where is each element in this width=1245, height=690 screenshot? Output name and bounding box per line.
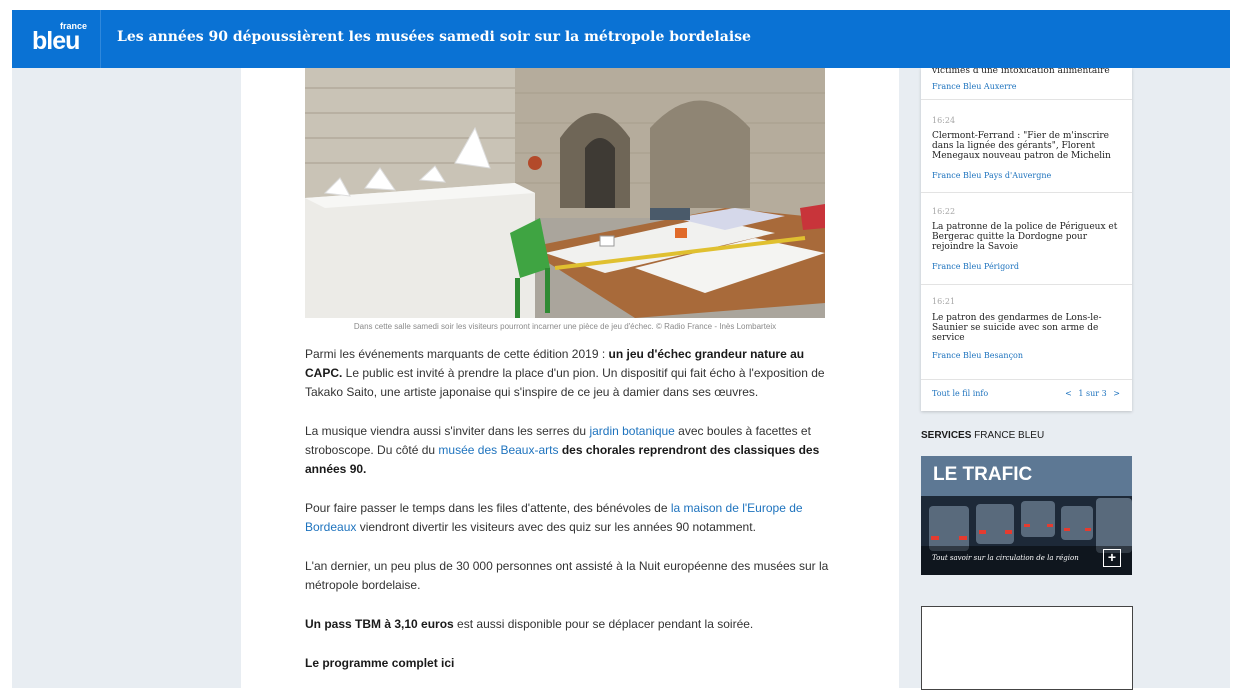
news-feed-sidebar: victimes d'une intoxication alimentaire … <box>921 66 1132 411</box>
news-title[interactable]: Clermont-Ferrand : "Fier de m'inscrire d… <box>932 131 1127 161</box>
news-item[interactable]: 16:24 Clermont-Ferrand : "Fier de m'insc… <box>921 100 1132 193</box>
traffic-title: LE TRAFIC <box>933 464 1033 485</box>
article-column: Dans cette salle samedi soir les visiteu… <box>241 68 899 688</box>
page-headline: Les années 90 dépoussièrent les musées s… <box>117 29 751 45</box>
services-heading: SERVICES FRANCE BLEU <box>921 430 1045 441</box>
traffic-card[interactable]: LE TRAFIC Tout savoir sur la circulation… <box>921 456 1132 575</box>
logo-big-text: bleu <box>32 27 80 55</box>
news-title[interactable]: Le patron des gendarmes de Lons-le-Sauni… <box>932 313 1127 343</box>
article-body: Parmi les événements marquants de cette … <box>305 345 835 688</box>
plus-icon[interactable]: + <box>1103 549 1121 567</box>
france-bleu-logo[interactable]: france bleu <box>32 18 92 60</box>
news-feed-footer: Tout le fil info < 1 sur 3 > <box>921 380 1132 411</box>
all-news-link[interactable]: Tout le fil info <box>932 389 988 398</box>
header-divider <box>100 10 101 68</box>
pager-next-button[interactable]: > <box>1113 389 1120 398</box>
article-paragraph-2: La musique viendra aussi s'inviter dans … <box>305 424 820 476</box>
link-jardin-botanique[interactable]: jardin botanique <box>589 424 674 438</box>
link-musee-beaux-arts[interactable]: musée des Beaux-arts <box>438 443 558 457</box>
article-photo <box>305 68 825 318</box>
pager-prev-button[interactable]: < <box>1065 389 1072 398</box>
news-item[interactable]: 16:22 La patronne de la police de Périgu… <box>921 193 1132 285</box>
news-time: 16:22 <box>932 207 956 216</box>
news-title[interactable]: La patronne de la police de Périgueux et… <box>932 222 1127 252</box>
link-programme[interactable]: ici <box>441 656 454 670</box>
news-pager: < 1 sur 3 > <box>1061 389 1120 398</box>
article-paragraph-4: L'an dernier, un peu plus de 30 000 pers… <box>305 559 829 592</box>
top-header-bar: france bleu Les années 90 dépoussièrent … <box>12 10 1230 68</box>
article-paragraph-5: Un pass TBM à 3,10 euros est aussi dispo… <box>305 617 754 631</box>
news-source[interactable]: France Bleu Besançon <box>932 351 1023 360</box>
news-time: 16:24 <box>932 116 956 125</box>
pager-status: 1 sur 3 <box>1078 389 1107 398</box>
article-paragraph-1: Parmi les événements marquants de cette … <box>305 347 825 399</box>
article-paragraph-3: Pour faire passer le temps dans les file… <box>305 501 803 534</box>
photo-caption: Dans cette salle samedi soir les visiteu… <box>353 322 777 331</box>
article-paragraph-6: Le programme complet ici <box>305 656 455 670</box>
news-source[interactable]: France Bleu Périgord <box>932 262 1019 271</box>
news-time: 16:21 <box>932 297 956 306</box>
news-source[interactable]: France Bleu Auxerre <box>932 82 1016 91</box>
news-item[interactable]: 16:21 Le patron des gendarmes de Lons-le… <box>921 285 1132 380</box>
ad-placeholder <box>921 606 1133 690</box>
news-item[interactable]: victimes d'une intoxication alimentaire … <box>921 66 1132 100</box>
traffic-subtitle: Tout savoir sur la circulation de la rég… <box>932 554 1079 562</box>
news-source[interactable]: France Bleu Pays d'Auvergne <box>932 171 1051 180</box>
